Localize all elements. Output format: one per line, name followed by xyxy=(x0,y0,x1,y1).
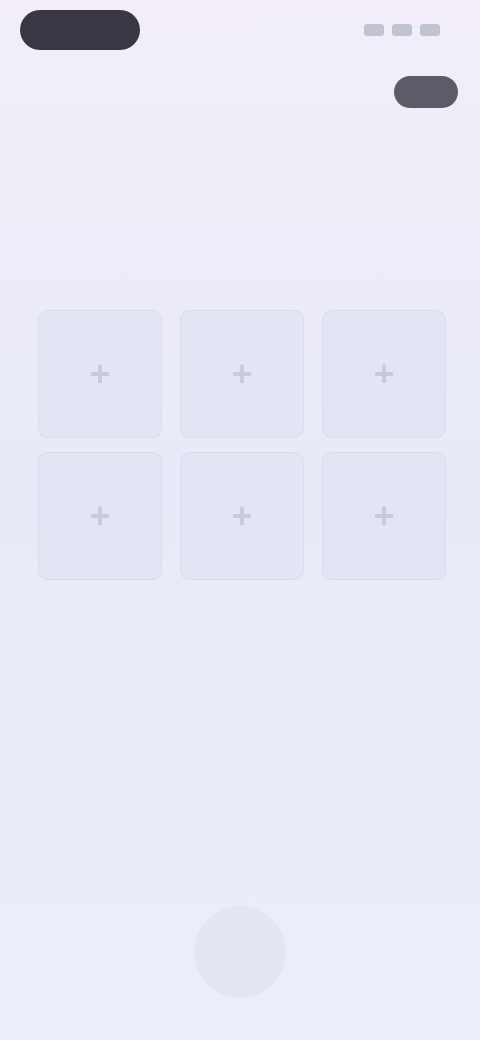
status-icons xyxy=(364,24,440,36)
status-time xyxy=(20,10,140,50)
photo-slot-3[interactable]: + xyxy=(322,310,446,438)
wifi-icon xyxy=(392,24,412,36)
status-bar xyxy=(20,10,460,50)
signal-icon xyxy=(364,24,384,36)
battery-icon xyxy=(420,24,440,36)
plus-icon: + xyxy=(231,353,253,394)
plus-icon: + xyxy=(373,495,395,536)
home-button[interactable] xyxy=(194,906,286,998)
photo-slot-4[interactable]: + xyxy=(38,452,162,580)
photo-slot-5[interactable]: + xyxy=(180,452,304,580)
plus-icon: + xyxy=(231,495,253,536)
plus-icon: + xyxy=(89,353,111,394)
plus-icon: + xyxy=(373,353,395,394)
photo-slot-2[interactable]: + xyxy=(180,310,304,438)
nav-action-button[interactable] xyxy=(394,76,458,108)
photo-slot-1[interactable]: + xyxy=(38,310,162,438)
photo-grid: + + + + + + xyxy=(38,310,446,580)
plus-icon: + xyxy=(89,495,111,536)
photo-slot-6[interactable]: + xyxy=(322,452,446,580)
nav-bar xyxy=(0,70,480,114)
